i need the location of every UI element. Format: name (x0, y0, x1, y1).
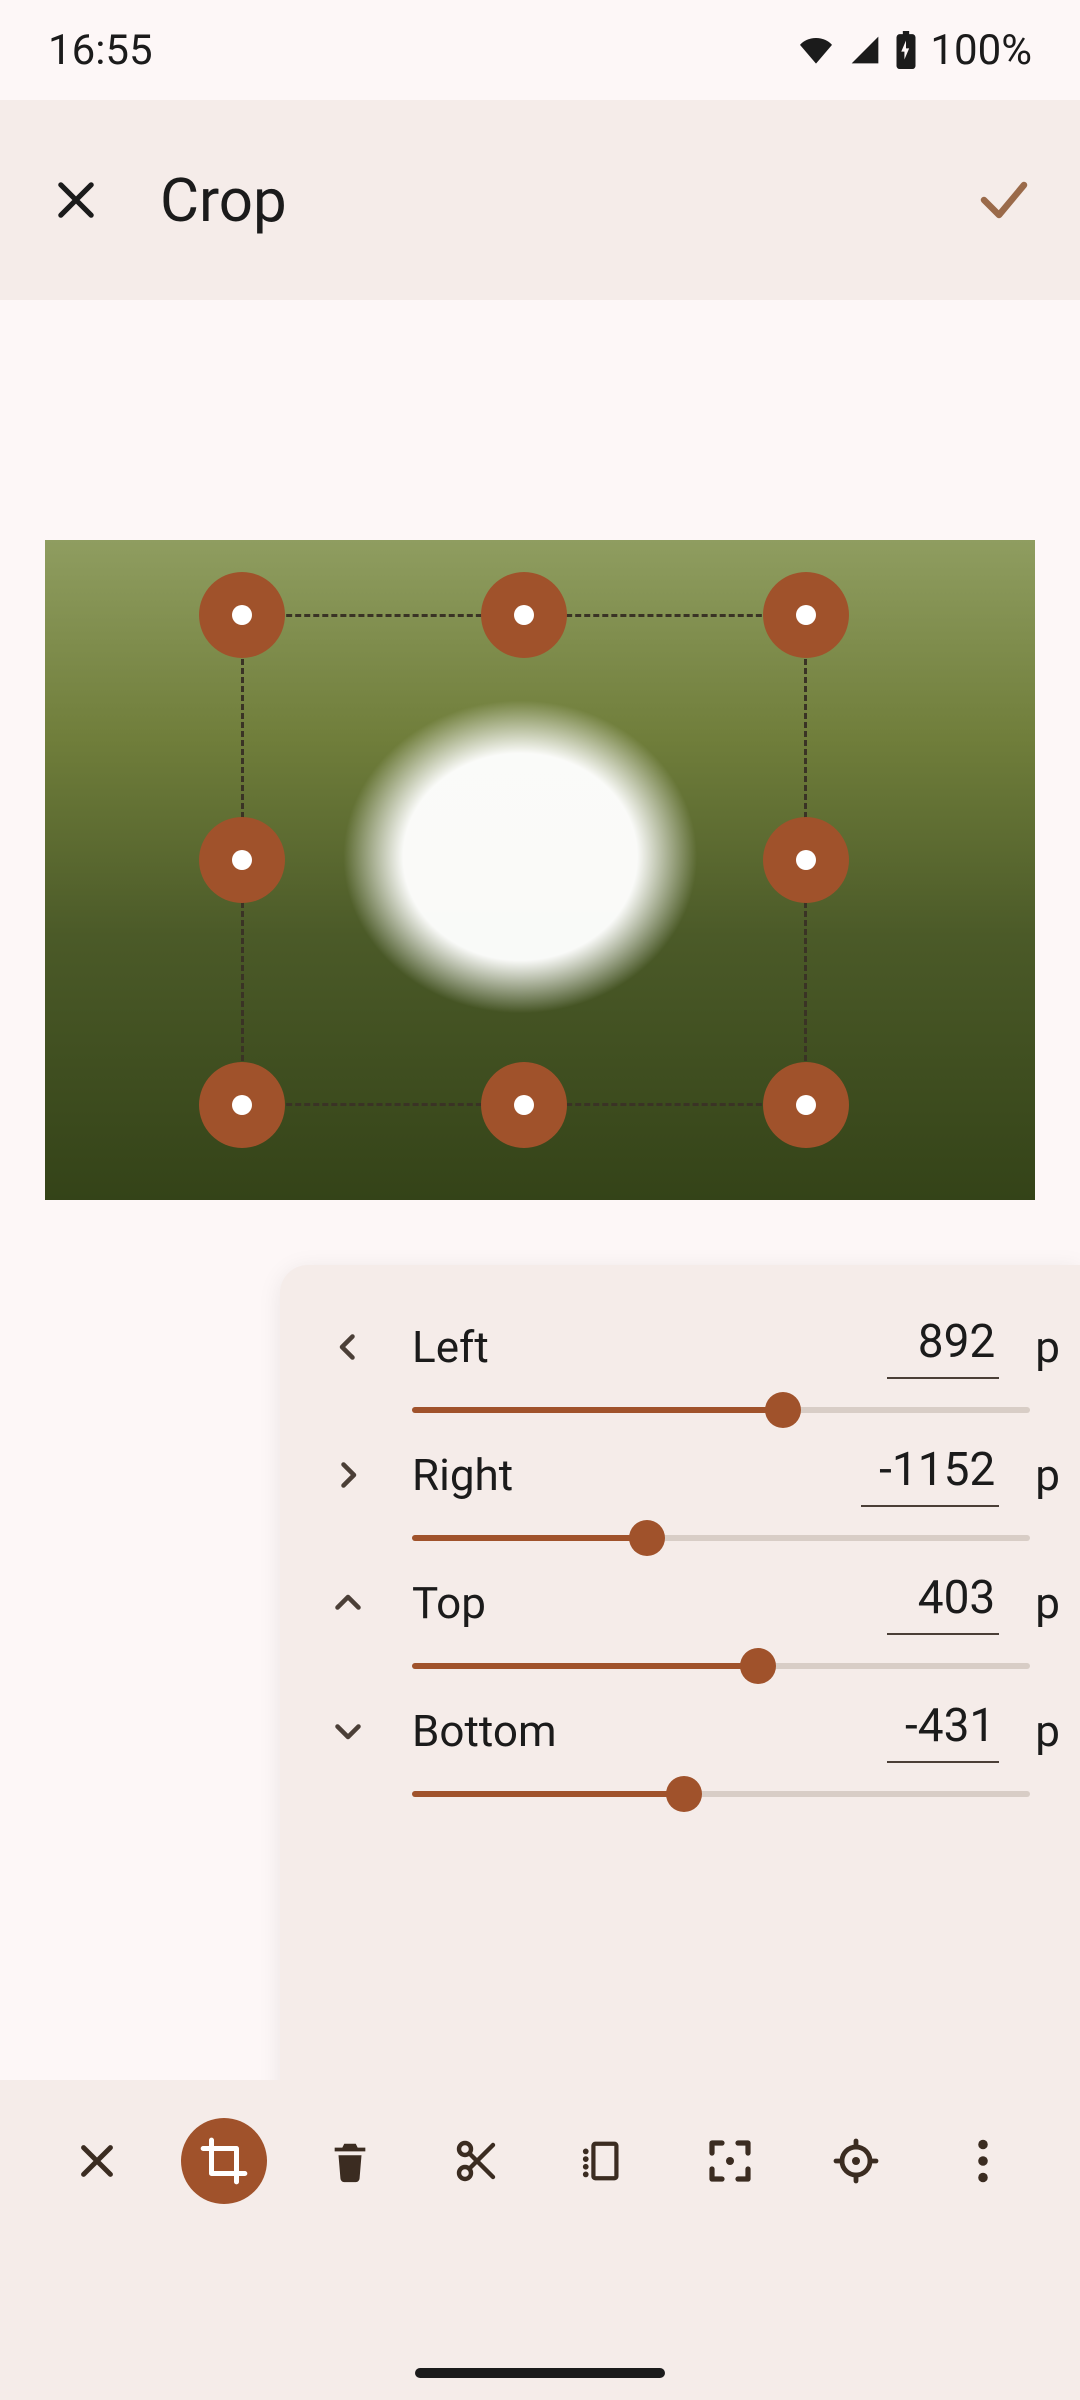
app-bar: Crop (0, 100, 1080, 300)
toolbar-more-button[interactable] (940, 2118, 1026, 2204)
crop-selection[interactable] (242, 615, 806, 1105)
toolbar-crop-button[interactable] (181, 2118, 267, 2204)
crop-bottom-value: -431 (905, 1699, 995, 1753)
chevron-up-icon[interactable] (320, 1585, 376, 1621)
crop-handle-middle-right[interactable] (763, 817, 849, 903)
status-right: 100% (796, 26, 1032, 75)
crop-bottom-label: Bottom (412, 1705, 851, 1757)
crop-handle-bottom-left[interactable] (199, 1062, 285, 1148)
crop-left-value: 892 (918, 1315, 996, 1369)
crop-top-slider[interactable] (412, 1643, 1030, 1689)
crop-top-value: 403 (918, 1571, 996, 1625)
close-button[interactable] (40, 164, 112, 236)
crop-handle-top-center[interactable] (481, 572, 567, 658)
status-bar: 16:55 100% (0, 0, 1080, 100)
crop-left-unit: p (1035, 1321, 1060, 1373)
toolbar-resize-button[interactable] (560, 2118, 646, 2204)
wifi-icon (796, 34, 836, 66)
status-time: 16:55 (48, 26, 153, 75)
crop-top-label: Top (412, 1577, 851, 1629)
toolbar-close-button[interactable] (54, 2118, 140, 2204)
chevron-left-icon[interactable] (320, 1329, 376, 1365)
crop-top-unit: p (1035, 1577, 1060, 1629)
crop-left-slider[interactable] (412, 1387, 1030, 1433)
crop-right-slider[interactable] (412, 1515, 1030, 1561)
crop-row-right: Right -1152 p (320, 1443, 1060, 1561)
crop-right-value: -1152 (879, 1443, 995, 1497)
crop-bottom-slider[interactable] (412, 1771, 1030, 1817)
crop-left-input[interactable]: 892 (887, 1315, 999, 1379)
crop-right-unit: p (1035, 1449, 1060, 1501)
toolbar-fit-button[interactable] (687, 2118, 773, 2204)
crop-handle-bottom-center[interactable] (481, 1062, 567, 1148)
crop-panel: Left 892 p Right -1152 p (280, 1265, 1080, 2145)
chevron-right-icon[interactable] (320, 1457, 376, 1493)
battery-label: 100% (930, 26, 1032, 75)
crop-top-input[interactable]: 403 (887, 1571, 999, 1635)
crop-row-bottom: Bottom -431 p (320, 1699, 1060, 1817)
confirm-button[interactable] (968, 164, 1040, 236)
page-title: Crop (160, 165, 920, 236)
crop-handle-bottom-right[interactable] (763, 1062, 849, 1148)
toolbar-delete-button[interactable] (307, 2118, 393, 2204)
signal-icon (848, 34, 882, 66)
toolbar-center-button[interactable] (813, 2118, 899, 2204)
home-indicator[interactable] (415, 2368, 665, 2378)
crop-bottom-input[interactable]: -431 (887, 1699, 999, 1763)
crop-row-top: Top 403 p (320, 1571, 1060, 1689)
crop-right-label: Right (412, 1449, 825, 1501)
crop-right-input[interactable]: -1152 (861, 1443, 999, 1507)
crop-handle-top-left[interactable] (199, 572, 285, 658)
toolbar-cut-button[interactable] (434, 2118, 520, 2204)
crop-bottom-unit: p (1035, 1705, 1060, 1757)
crop-left-label: Left (412, 1321, 851, 1373)
battery-icon (894, 31, 918, 69)
crop-handle-top-right[interactable] (763, 572, 849, 658)
crop-row-left: Left 892 p (320, 1315, 1060, 1433)
image-frame[interactable] (45, 540, 1035, 1200)
crop-handle-middle-left[interactable] (199, 817, 285, 903)
bottom-toolbar (0, 2080, 1080, 2400)
chevron-down-icon[interactable] (320, 1713, 376, 1749)
